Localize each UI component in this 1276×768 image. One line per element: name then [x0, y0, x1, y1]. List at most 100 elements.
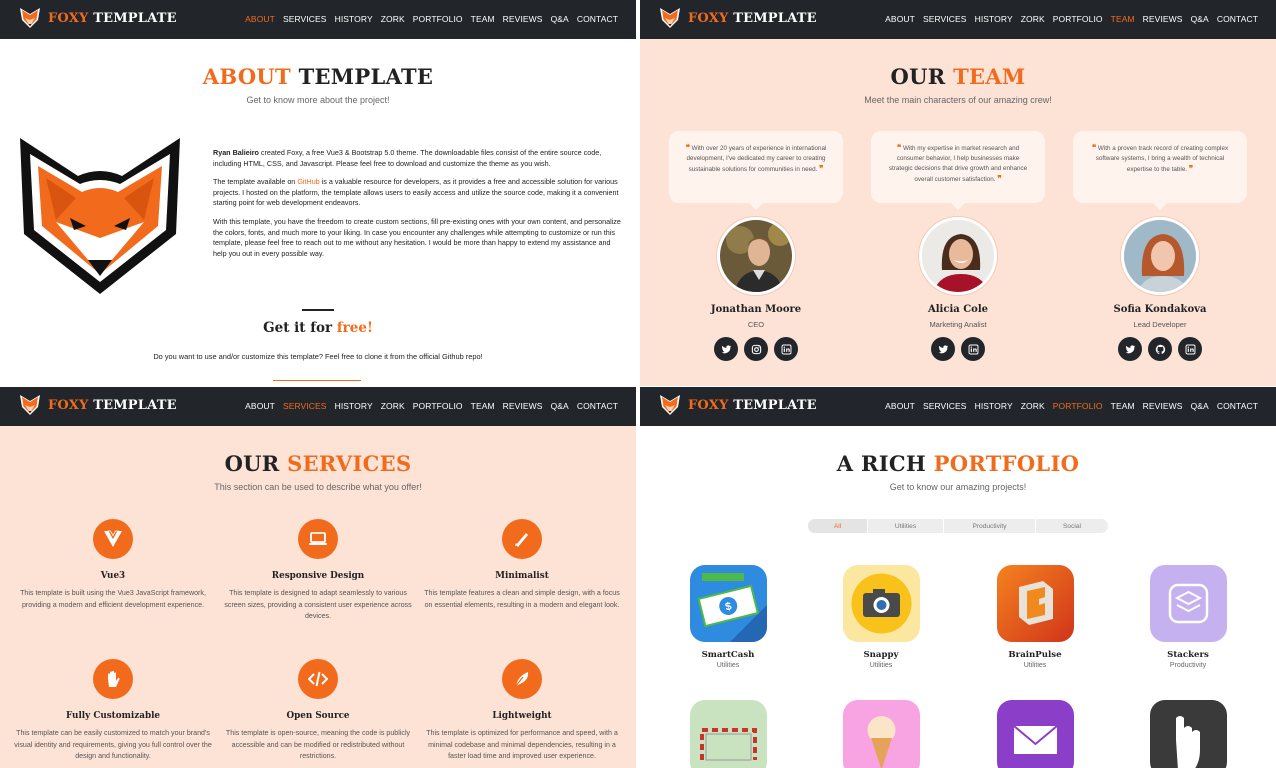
member-role: Lead Developer	[1133, 320, 1187, 329]
nav-qa[interactable]: Q&A	[1191, 401, 1209, 411]
service-title: Responsive Design	[271, 571, 365, 581]
app-name: BrainPulse	[1008, 650, 1062, 660]
filter-social[interactable]: Social	[1036, 519, 1108, 533]
quote-bubble: ❝ With over 20 years of experience in in…	[669, 131, 843, 210]
fox-logo-icon	[660, 395, 680, 415]
linkedin-icon[interactable]	[961, 337, 985, 361]
nav-services[interactable]: SERVICES	[923, 14, 967, 24]
nav-history[interactable]: HISTORY	[335, 401, 373, 411]
title-plain: OUR	[890, 64, 946, 89]
nav-reviews[interactable]: REVIEWS	[1143, 14, 1183, 24]
money-icon: $	[689, 565, 767, 642]
stack-icon	[1149, 565, 1227, 642]
avatar	[1121, 217, 1199, 295]
portfolio-item[interactable]	[678, 700, 778, 768]
nav-team[interactable]: TEAM	[1111, 14, 1135, 24]
section-title: A RICH PORTFOLIO	[640, 451, 1276, 476]
portfolio-item[interactable]	[1138, 700, 1238, 768]
twitter-icon[interactable]	[714, 337, 738, 361]
brand-logo[interactable]: FOXY TEMPLATE	[18, 6, 177, 30]
nav-contact[interactable]: CONTACT	[1217, 14, 1258, 24]
portfolio-item[interactable]: Snappy Utilities	[831, 565, 931, 669]
avatar	[717, 217, 795, 295]
brand-logo[interactable]: FOXY TEMPLATE	[658, 6, 817, 30]
portfolio-item[interactable]	[831, 700, 931, 768]
nav-services[interactable]: SERVICES	[923, 401, 967, 411]
section-title: OUR TEAM	[640, 64, 1276, 89]
twitter-icon[interactable]	[1118, 337, 1142, 361]
nav-history[interactable]: HISTORY	[975, 401, 1013, 411]
nav-services[interactable]: SERVICES	[283, 401, 327, 411]
app-category: Utilities	[1023, 662, 1047, 669]
service-item: Open Source This template is open-source…	[218, 659, 418, 763]
member-name: Alicia Cole	[928, 304, 988, 315]
nav-reviews[interactable]: REVIEWS	[503, 401, 543, 411]
github-icon[interactable]	[1148, 337, 1172, 361]
nav-history[interactable]: HISTORY	[335, 14, 373, 24]
nav-zork[interactable]: ZORK	[1021, 14, 1045, 24]
portfolio-item[interactable]: Stackers Productivity	[1138, 565, 1238, 669]
nav-about[interactable]: ABOUT	[245, 401, 275, 411]
title-highlight: ABOUT	[202, 64, 291, 89]
nav-menu: ABOUT SERVICES HISTORY ZORK PORTFOLIO TE…	[885, 401, 1258, 411]
mail-icon	[996, 700, 1074, 768]
title-highlight: SERVICES	[287, 451, 412, 476]
service-title: Lightweight	[492, 711, 552, 721]
nav-qa[interactable]: Q&A	[551, 14, 569, 24]
member-role: Marketing Analist	[929, 320, 987, 329]
twitter-icon[interactable]	[931, 337, 955, 361]
filter-all[interactable]: All	[808, 519, 868, 533]
service-desc: This template is optimized for performan…	[426, 729, 618, 760]
nav-about[interactable]: ABOUT	[885, 401, 915, 411]
pen-icon	[502, 519, 542, 559]
nav-reviews[interactable]: REVIEWS	[1143, 401, 1183, 411]
nav-portfolio[interactable]: PORTFOLIO	[1053, 401, 1103, 411]
services-panel: FOXY TEMPLATE ABOUT SERVICES HISTORY ZOR…	[0, 387, 636, 768]
nav-portfolio[interactable]: PORTFOLIO	[1053, 14, 1103, 24]
nav-team[interactable]: TEAM	[1111, 401, 1135, 411]
nav-qa[interactable]: Q&A	[1191, 14, 1209, 24]
brand-logo[interactable]: FOXY TEMPLATE	[18, 393, 177, 417]
service-desc: This template is designed to adapt seaml…	[224, 589, 412, 620]
brand-part2: TEMPLATE	[93, 397, 177, 413]
portfolio-item[interactable]: BrainPulse Utilities	[985, 565, 1085, 669]
linkedin-icon[interactable]	[774, 337, 798, 361]
nav-contact[interactable]: CONTACT	[1217, 401, 1258, 411]
brand-part1: FOXY	[688, 10, 729, 26]
get-title-text: Get it for	[263, 320, 337, 336]
portfolio-item[interactable]	[985, 700, 1085, 768]
nav-about[interactable]: ABOUT	[885, 14, 915, 24]
filter-utilities[interactable]: Utilities	[868, 519, 944, 533]
nav-zork[interactable]: ZORK	[381, 14, 405, 24]
instagram-icon[interactable]	[744, 337, 768, 361]
nav-qa[interactable]: Q&A	[551, 401, 569, 411]
nav-zork[interactable]: ZORK	[381, 401, 405, 411]
divider	[302, 309, 334, 311]
filter-productivity[interactable]: Productivity	[944, 519, 1036, 533]
title-plain: A RICH	[836, 451, 927, 476]
vue-icon	[93, 519, 133, 559]
portfolio-item[interactable]: $ SmartCash Utilities	[678, 565, 778, 669]
brand-part2: TEMPLATE	[733, 397, 817, 413]
quote-bubble: ❝ With my expertise in market research a…	[871, 131, 1045, 210]
github-link[interactable]: GitHub	[297, 177, 319, 186]
nav-zork[interactable]: ZORK	[1021, 401, 1045, 411]
brand-logo[interactable]: FOXY TEMPLATE	[658, 393, 817, 417]
nav-team[interactable]: TEAM	[471, 401, 495, 411]
nav-team[interactable]: TEAM	[471, 14, 495, 24]
nav-about[interactable]: ABOUT	[245, 14, 275, 24]
nav-portfolio[interactable]: PORTFOLIO	[413, 401, 463, 411]
nav-history[interactable]: HISTORY	[975, 14, 1013, 24]
about-p2-before: The template available on	[213, 177, 298, 187]
nav-services[interactable]: SERVICES	[283, 14, 327, 24]
avatar	[919, 217, 997, 295]
nav-contact[interactable]: CONTACT	[577, 14, 618, 24]
nav-reviews[interactable]: REVIEWS	[503, 14, 543, 24]
section-title: ABOUT TEMPLATE	[0, 64, 636, 89]
nav-contact[interactable]: CONTACT	[577, 401, 618, 411]
repo-button-edge[interactable]	[273, 380, 361, 381]
nav-portfolio[interactable]: PORTFOLIO	[413, 14, 463, 24]
feather-icon	[502, 659, 542, 699]
nav-menu: ABOUT SERVICES HISTORY ZORK PORTFOLIO TE…	[245, 401, 618, 411]
linkedin-icon[interactable]	[1178, 337, 1202, 361]
